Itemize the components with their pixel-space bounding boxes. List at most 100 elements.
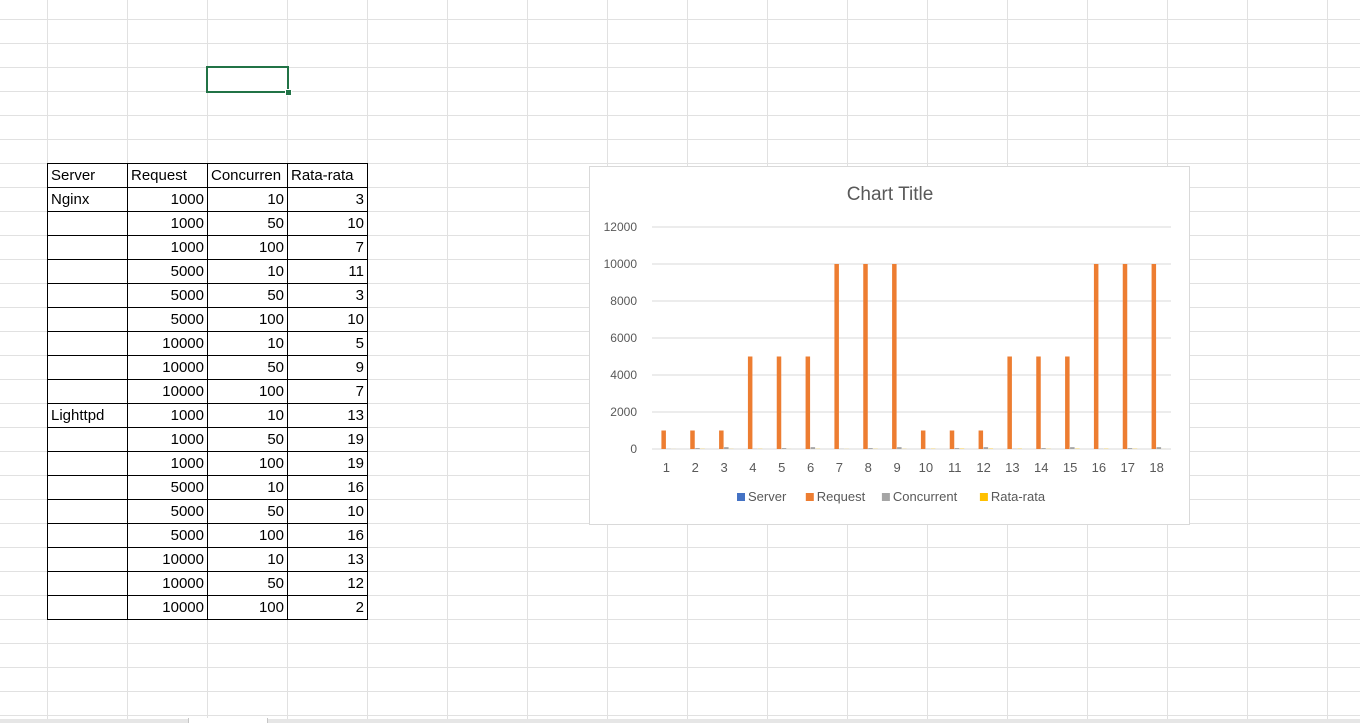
bar-request (892, 264, 897, 449)
cell-rata-rata[interactable]: 13 (288, 548, 367, 571)
x-tick-label: 17 (1121, 460, 1135, 475)
cell-rata-rata[interactable]: 12 (288, 572, 367, 595)
bar-request (690, 430, 695, 449)
cell-request[interactable]: 1000 (128, 212, 207, 235)
x-tick-label: 13 (1005, 460, 1019, 475)
legend-swatch (881, 493, 890, 501)
cell-concurrent[interactable]: 100 (208, 308, 287, 331)
cell-concurrent[interactable]: 10 (208, 332, 287, 355)
x-tick-label: 8 (865, 460, 872, 475)
cell-concurrent[interactable]: 10 (208, 476, 287, 499)
cell-rata-rata[interactable]: 10 (288, 308, 367, 331)
cell-rata-rata[interactable]: 16 (288, 476, 367, 499)
legend-swatch (737, 493, 745, 501)
cell-concurrent[interactable]: 50 (208, 428, 287, 451)
cell-rata-rata[interactable]: 19 (288, 452, 367, 475)
bar-request (1093, 264, 1099, 449)
bar-concurrent (810, 447, 816, 449)
header-concurrent[interactable]: Concurren (208, 164, 287, 187)
cell-request[interactable]: 1000 (128, 236, 207, 259)
cell-request[interactable]: 5000 (128, 500, 207, 523)
y-tick-label: 10000 (604, 257, 638, 271)
cell-request[interactable]: 5000 (128, 476, 207, 499)
bar-concurrent (695, 448, 700, 449)
column-gridline (1327, 0, 1328, 723)
cell-concurrent[interactable]: 100 (208, 524, 287, 547)
cell-rata-rata[interactable]: 9 (288, 356, 367, 379)
cell-server[interactable]: Nginx (48, 188, 127, 211)
cell-request[interactable]: 10000 (128, 380, 207, 403)
row-gridline (0, 691, 1360, 692)
selected-cell[interactable] (206, 66, 289, 93)
y-tick-label: 6000 (610, 331, 637, 345)
cell-request[interactable]: 1000 (128, 428, 207, 451)
cell-concurrent[interactable]: 50 (208, 572, 287, 595)
cell-request[interactable]: 5000 (128, 260, 207, 283)
cell-concurrent[interactable]: 10 (208, 260, 287, 283)
x-tick-label: 10 (919, 460, 933, 475)
cell-request[interactable]: 1000 (128, 188, 207, 211)
x-tick-label: 1 (663, 460, 670, 475)
x-tick-label: 6 (807, 460, 814, 475)
cell-request[interactable]: 1000 (128, 452, 207, 475)
bar-request (1122, 264, 1128, 449)
cell-concurrent[interactable]: 100 (208, 596, 287, 619)
bar-request (719, 430, 724, 449)
cell-request[interactable]: 10000 (128, 332, 207, 355)
header-request[interactable]: Request (128, 164, 207, 187)
chart-object[interactable]: Chart Title 0 2000 4000 6000 8000 10000 12000 1 2… (589, 166, 1190, 525)
cell-rata-rata[interactable]: 3 (288, 284, 367, 307)
cell-concurrent[interactable]: 10 (208, 404, 287, 427)
sheet-tab-active[interactable] (188, 718, 268, 723)
bar-concurrent (724, 447, 729, 449)
cell-rata-rata[interactable]: 5 (288, 332, 367, 355)
fill-handle[interactable] (285, 89, 292, 96)
table-border (287, 163, 288, 620)
cell-concurrent[interactable]: 100 (208, 380, 287, 403)
cell-rata-rata[interactable]: 13 (288, 404, 367, 427)
cell-rata-rata[interactable]: 11 (288, 260, 367, 283)
cell-rata-rata[interactable]: 7 (288, 380, 367, 403)
x-tick-label: 18 (1149, 460, 1163, 475)
cell-concurrent[interactable]: 10 (208, 188, 287, 211)
x-tick-label: 4 (749, 460, 756, 475)
chart-svg: Chart Title0200040006000800010000120001 2… (604, 184, 1171, 504)
cell-rata-rata[interactable]: 10 (288, 212, 367, 235)
cell-concurrent[interactable]: 50 (208, 212, 287, 235)
cell-request[interactable]: 10000 (128, 596, 207, 619)
bar-concurrent (868, 448, 873, 449)
row-gridline (0, 139, 1360, 140)
cell-concurrent[interactable]: 50 (208, 284, 287, 307)
cell-concurrent[interactable]: 50 (208, 356, 287, 379)
cell-concurrent[interactable]: 10 (208, 548, 287, 571)
bar-concurrent (1070, 447, 1075, 449)
cell-request[interactable]: 10000 (128, 572, 207, 595)
header-rata-rata[interactable]: Rata-rata (288, 164, 367, 187)
bar-request (978, 430, 984, 449)
cell-rata-rata[interactable]: 16 (288, 524, 367, 547)
x-tick-label: 16 (1092, 460, 1106, 475)
x-tick-label: 14 (1034, 460, 1048, 475)
cell-rata-rata[interactable]: 19 (288, 428, 367, 451)
cell-rata-rata[interactable]: 7 (288, 236, 367, 259)
table-border (127, 163, 128, 620)
cell-server[interactable]: Lighttpd (48, 404, 127, 427)
cell-request[interactable]: 5000 (128, 308, 207, 331)
cell-rata-rata[interactable]: 3 (288, 188, 367, 211)
bar-request (834, 264, 839, 449)
cell-rata-rata[interactable]: 2 (288, 596, 367, 619)
y-tick-label: 12000 (604, 220, 638, 234)
cell-request[interactable]: 10000 (128, 356, 207, 379)
header-server[interactable]: Server (48, 164, 127, 187)
cell-concurrent[interactable]: 100 (208, 236, 287, 259)
cell-concurrent[interactable]: 50 (208, 500, 287, 523)
cell-request[interactable]: 10000 (128, 548, 207, 571)
cell-request[interactable]: 1000 (128, 404, 207, 427)
cell-request[interactable]: 5000 (128, 284, 207, 307)
legend-swatch (805, 493, 814, 501)
y-tick-label: 8000 (610, 294, 637, 308)
legend-label: Server (748, 489, 787, 504)
cell-request[interactable]: 5000 (128, 524, 207, 547)
cell-rata-rata[interactable]: 10 (288, 500, 367, 523)
cell-concurrent[interactable]: 100 (208, 452, 287, 475)
